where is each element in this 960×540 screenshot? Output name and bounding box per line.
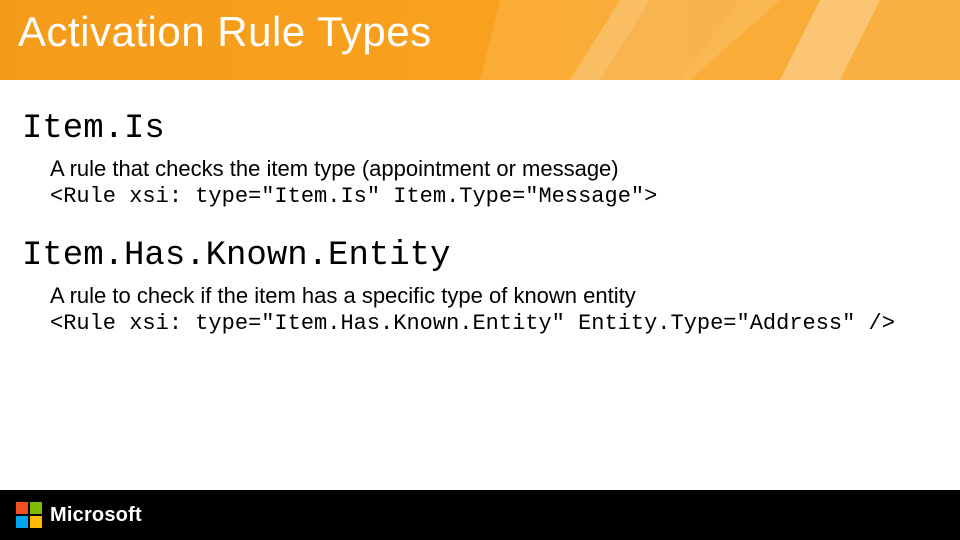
slide-title: Activation Rule Types: [18, 8, 432, 56]
microsoft-wordmark: Microsoft: [50, 504, 142, 527]
slide-footer: Microsoft: [0, 490, 960, 540]
microsoft-logo-icon: [16, 502, 42, 528]
rule-heading: Item.Has.Known.Entity: [22, 237, 938, 275]
microsoft-logo: Microsoft: [16, 502, 142, 528]
rule-code-sample: <Rule xsi: type="Item.Has.Known.Entity" …: [50, 311, 938, 336]
slide-header: Activation Rule Types: [0, 0, 960, 80]
slide-content: Item.Is A rule that checks the item type…: [0, 80, 960, 336]
header-decorative-pattern: [480, 0, 960, 80]
rule-description: A rule that checks the item type (appoin…: [50, 156, 938, 182]
rule-heading: Item.Is: [22, 110, 938, 148]
rule-code-sample: <Rule xsi: type="Item.Is" Item.Type="Mes…: [50, 184, 938, 209]
rule-description: A rule to check if the item has a specif…: [50, 283, 938, 309]
